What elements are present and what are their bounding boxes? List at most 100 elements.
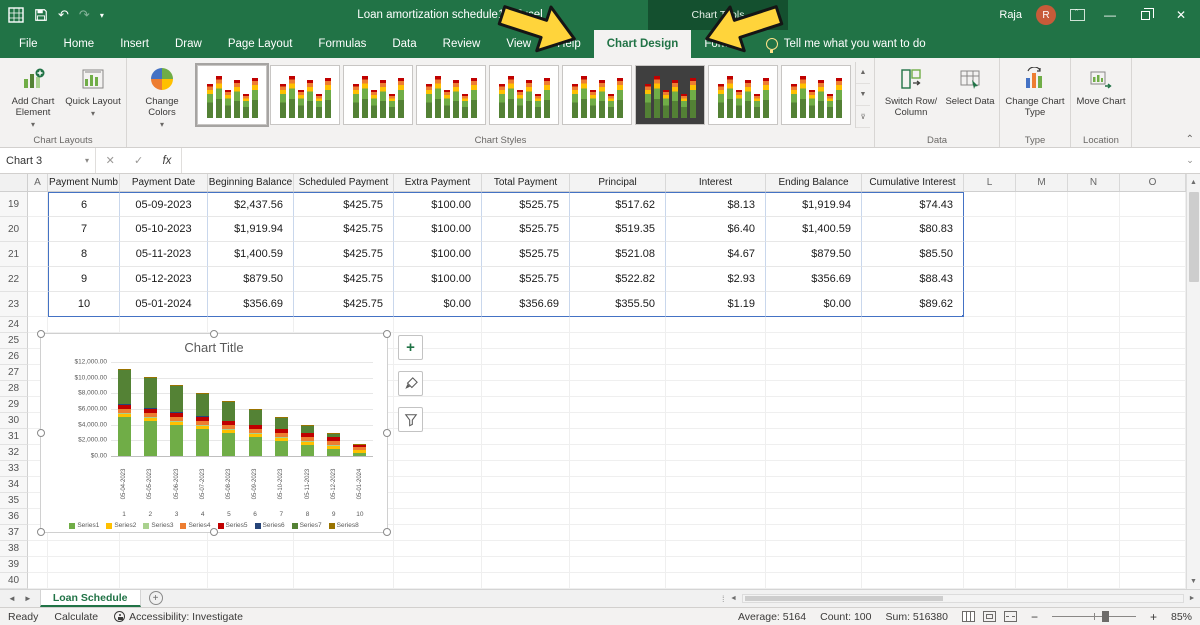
cell[interactable] [120, 541, 208, 557]
cell[interactable] [570, 557, 666, 573]
bar-segment-series5[interactable] [275, 429, 288, 433]
cell[interactable] [964, 349, 1016, 365]
cell[interactable]: $2,437.56 [208, 192, 294, 217]
cell[interactable] [862, 573, 964, 589]
cell[interactable] [964, 493, 1016, 509]
gallery-scroll-up-icon[interactable]: ▲ [856, 62, 870, 84]
cell[interactable] [394, 509, 482, 525]
cell[interactable] [862, 349, 964, 365]
cell[interactable]: $89.62 [862, 292, 964, 317]
tab-page-layout[interactable]: Page Layout [215, 30, 306, 58]
cell[interactable] [1068, 413, 1120, 429]
cell[interactable] [1068, 365, 1120, 381]
cell[interactable] [120, 557, 208, 573]
cell[interactable] [766, 525, 862, 541]
bar-segment-series7[interactable] [144, 377, 157, 408]
scroll-up-icon[interactable]: ▲ [1187, 174, 1200, 190]
bar-segment-series5[interactable] [118, 405, 131, 409]
cell[interactable]: $1,919.94 [208, 217, 294, 242]
cell[interactable] [570, 477, 666, 493]
tab-split-grip[interactable]: ⁞ [722, 594, 726, 604]
cell[interactable] [482, 429, 570, 445]
cell[interactable] [1016, 525, 1068, 541]
bar-segment-series8[interactable] [249, 409, 262, 410]
row-header[interactable]: 39 [0, 557, 28, 573]
cell[interactable] [1016, 493, 1068, 509]
bar-segment-series2[interactable] [170, 422, 183, 425]
cell[interactable] [482, 365, 570, 381]
cell[interactable] [766, 365, 862, 381]
cell[interactable] [1068, 267, 1120, 292]
status-accessibility[interactable]: Accessibility: Investigate [114, 611, 243, 623]
cell[interactable] [964, 445, 1016, 461]
cell[interactable] [1016, 242, 1068, 267]
cell[interactable] [666, 429, 766, 445]
bar-segment-series1[interactable] [327, 449, 340, 456]
cell[interactable] [482, 573, 570, 589]
cell[interactable] [1120, 461, 1186, 477]
cell[interactable] [1068, 333, 1120, 349]
cell[interactable] [964, 509, 1016, 525]
cell[interactable] [964, 381, 1016, 397]
row-header[interactable]: 22 [0, 267, 28, 292]
bar-segment-series4[interactable] [327, 441, 340, 445]
cell[interactable] [570, 493, 666, 509]
cell[interactable] [1016, 541, 1068, 557]
chart-elements-button[interactable]: + [398, 335, 423, 360]
chart-handle-bottom-right[interactable] [383, 528, 391, 536]
cell[interactable] [1120, 292, 1186, 317]
cell[interactable]: $425.75 [294, 217, 394, 242]
cell[interactable] [964, 217, 1016, 242]
cell[interactable]: 05-10-2023 [120, 217, 208, 242]
cell[interactable]: $356.69 [208, 292, 294, 317]
tab-home[interactable]: Home [51, 30, 108, 58]
cell[interactable] [1120, 429, 1186, 445]
bar-segment-series1[interactable] [275, 441, 288, 456]
row-header[interactable]: 19 [0, 192, 28, 217]
tab-formulas[interactable]: Formulas [305, 30, 379, 58]
cell[interactable] [964, 557, 1016, 573]
cell[interactable]: $4.67 [666, 242, 766, 267]
cell[interactable] [964, 413, 1016, 429]
cell[interactable]: $85.50 [862, 242, 964, 267]
chart-style-thumbnail[interactable] [708, 65, 778, 125]
cell[interactable]: 05-12-2023 [120, 267, 208, 292]
cell[interactable] [964, 461, 1016, 477]
cell[interactable] [1016, 217, 1068, 242]
cell[interactable] [862, 445, 964, 461]
cell[interactable]: $519.35 [570, 217, 666, 242]
bar-segment-series5[interactable] [353, 444, 366, 447]
cell[interactable] [482, 461, 570, 477]
bar-segment-series7[interactable] [249, 410, 262, 425]
cell[interactable] [1120, 397, 1186, 413]
bar-segment-series5[interactable] [301, 433, 314, 437]
cell[interactable] [394, 541, 482, 557]
legend-item[interactable]: Series3 [143, 522, 173, 529]
cell[interactable] [208, 541, 294, 557]
bar-segment-series4[interactable] [222, 425, 235, 429]
cell[interactable] [766, 445, 862, 461]
chart-filters-button[interactable] [398, 407, 423, 432]
cell[interactable] [766, 429, 862, 445]
cell[interactable] [482, 349, 570, 365]
cell[interactable] [1120, 192, 1186, 217]
vertical-scrollbar[interactable]: ▲ ▼ [1186, 174, 1200, 589]
bar-segment-series8[interactable] [144, 377, 157, 378]
row-header[interactable]: 29 [0, 397, 28, 413]
cell[interactable] [294, 557, 394, 573]
cell[interactable] [570, 317, 666, 333]
tab-insert[interactable]: Insert [107, 30, 162, 58]
cell[interactable] [1068, 493, 1120, 509]
chart-style-thumbnail[interactable] [781, 65, 851, 125]
cell[interactable]: $1,400.59 [766, 217, 862, 242]
cell[interactable]: $425.75 [294, 267, 394, 292]
cell[interactable] [1016, 192, 1068, 217]
cell[interactable]: $100.00 [394, 192, 482, 217]
bar-segment-series3[interactable] [144, 417, 157, 418]
cell[interactable] [1016, 381, 1068, 397]
cell[interactable] [394, 445, 482, 461]
zoom-in-icon[interactable]: + [1150, 610, 1157, 624]
bar-segment-series2[interactable] [327, 446, 340, 449]
legend-item[interactable]: Series2 [106, 522, 136, 529]
bar-segment-series4[interactable] [118, 409, 131, 413]
